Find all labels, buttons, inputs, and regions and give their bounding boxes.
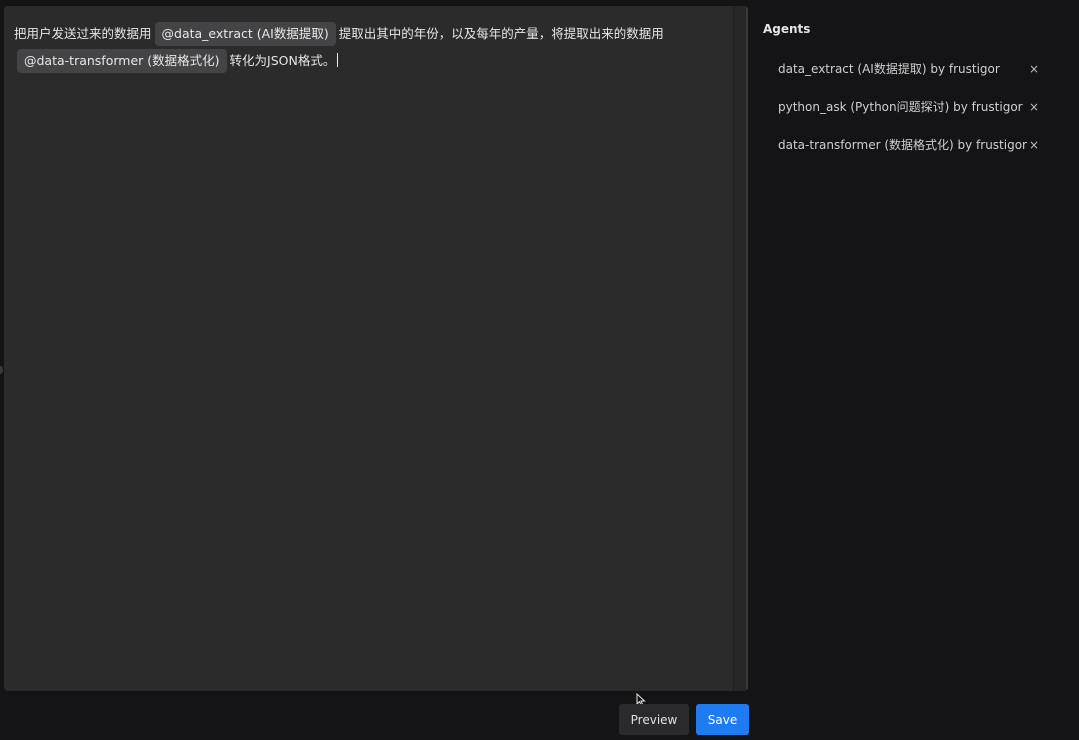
text-caret <box>337 53 339 67</box>
agents-title: Agents <box>763 22 811 36</box>
agent-mention-chip[interactable]: @data-transformer (数据格式化) <box>17 49 227 73</box>
agent-label: python_ask (Python问题探讨) by frustigor <box>778 100 1023 114</box>
prompt-text-segment: 转化为JSON格式。 <box>229 53 336 68</box>
preview-button[interactable]: Preview <box>619 704 689 735</box>
app-root: 把用户发送过来的数据用 @data_extract (AI数据提取) 提取出其中的年… <box>0 0 1079 740</box>
agent-list-item[interactable]: data_extract (AI数据提取) by frustigor × <box>763 60 1063 98</box>
remove-agent-icon[interactable]: × <box>1029 98 1039 116</box>
panel-resize-handle[interactable] <box>0 366 3 374</box>
agent-mention-chip[interactable]: @data_extract (AI数据提取) <box>154 22 336 46</box>
editor-scrollbar-edge <box>746 6 748 691</box>
prompt-editor-content[interactable]: 把用户发送过来的数据用 @data_extract (AI数据提取) 提取出其中的年… <box>14 20 714 74</box>
agent-list-item[interactable]: python_ask (Python问题探讨) by frustigor × <box>763 98 1063 136</box>
prompt-text-segment: 提取出其中的年份，以及每年的产量，将提取出来的数据用 <box>338 26 664 41</box>
remove-agent-icon[interactable]: × <box>1029 136 1039 154</box>
prompt-text-segment: 把用户发送过来的数据用 <box>14 26 152 41</box>
agent-label: data_extract (AI数据提取) by frustigor <box>778 62 1000 76</box>
prompt-editor[interactable]: 把用户发送过来的数据用 @data_extract (AI数据提取) 提取出其中的年… <box>4 6 748 691</box>
remove-agent-icon[interactable]: × <box>1029 60 1039 78</box>
save-button[interactable]: Save <box>696 704 749 735</box>
agents-sidebar: Agents data_extract (AI数据提取) by frustigo… <box>763 22 1063 174</box>
agent-label: data-transformer (数据格式化) by frustigor <box>778 138 1027 152</box>
agent-list-item[interactable]: data-transformer (数据格式化) by frustigor × <box>763 136 1063 174</box>
